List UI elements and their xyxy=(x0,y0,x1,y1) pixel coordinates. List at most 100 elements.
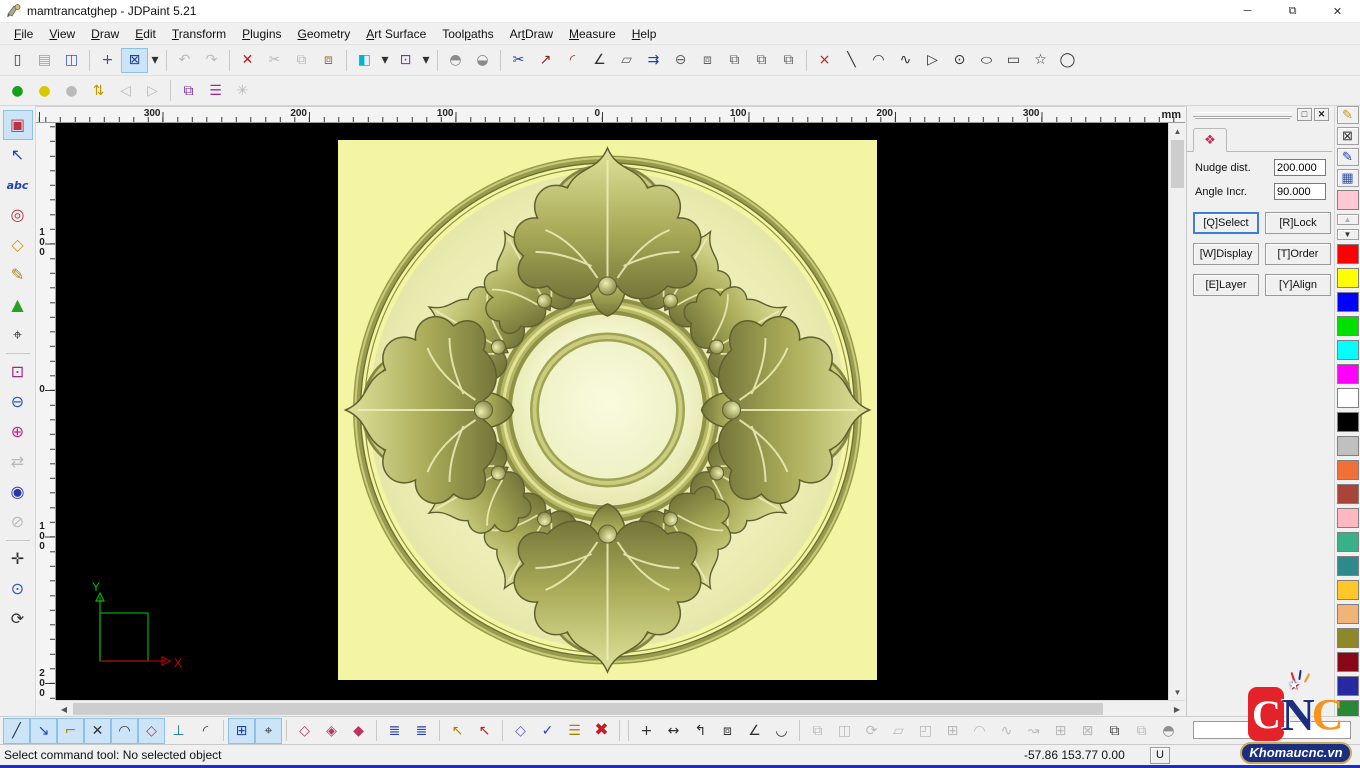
menu-file[interactable]: File xyxy=(6,24,41,44)
measure-rect-button[interactable]: ⧈ xyxy=(714,718,741,744)
snap-perpendicular-button[interactable]: ⊥ xyxy=(165,718,192,744)
align-layer-up-button[interactable]: ≣ xyxy=(408,718,435,744)
extend-curve-button[interactable]: ↗ xyxy=(532,48,559,73)
palette-swatch[interactable] xyxy=(1337,532,1359,552)
object-browser-button[interactable]: ☰ xyxy=(202,78,229,103)
select-frame-dropdown-button[interactable]: ▾ xyxy=(148,48,162,73)
view-visibility-button[interactable]: ◉ xyxy=(3,477,33,507)
align-layer-down-button[interactable]: ≣ xyxy=(381,718,408,744)
menu-transform[interactable]: Transform xyxy=(164,24,234,44)
trim-curve-button[interactable]: ✂ xyxy=(505,48,532,73)
move-node-button[interactable]: ◇ xyxy=(507,718,534,744)
select-tab[interactable]: ❖ xyxy=(1193,128,1227,152)
light-all-button[interactable]: ● xyxy=(4,78,31,103)
palette-swatch[interactable] xyxy=(1337,508,1359,528)
delete-object-button[interactable]: ✕ xyxy=(234,48,261,73)
menu-draw[interactable]: Draw xyxy=(83,24,127,44)
snap-quadrant-button[interactable]: ◇ xyxy=(138,718,165,744)
unit-toggle-button[interactable]: U xyxy=(1150,747,1170,764)
insert-point-button[interactable]: + xyxy=(633,718,660,744)
draw-spline-button[interactable]: ∿ xyxy=(892,48,919,73)
menu-edit[interactable]: Edit xyxy=(127,24,164,44)
draw-point-button[interactable]: × xyxy=(811,48,838,73)
palette-swatch[interactable] xyxy=(1337,580,1359,600)
draw-arc-button[interactable]: ◠ xyxy=(865,48,892,73)
text-tool-button[interactable]: abc xyxy=(3,170,33,200)
offset-rect-button[interactable]: ▱ xyxy=(613,48,640,73)
palette-swatch[interactable] xyxy=(1337,628,1359,648)
snap-grid-button[interactable]: ⊞ xyxy=(228,718,255,744)
fillet-corner-button[interactable]: ◜ xyxy=(559,48,586,73)
pan-view-button[interactable]: ✛ xyxy=(3,544,33,574)
menu-help[interactable]: Help xyxy=(624,24,665,44)
lock-panel-button[interactable]: [R]Lock xyxy=(1265,212,1331,234)
eyedropper-icon[interactable]: ✎ xyxy=(1337,148,1359,166)
zoom-window-button[interactable]: ⊡ xyxy=(3,357,33,387)
palette-swatch[interactable] xyxy=(1337,292,1359,312)
view-3d-dropdown-button[interactable]: ▾ xyxy=(419,48,433,73)
select-panel-button[interactable]: [Q]Select xyxy=(1193,212,1259,234)
new-file-button[interactable]: ▯ xyxy=(4,48,31,73)
palette-swatch[interactable] xyxy=(1337,556,1359,576)
zoom-out-button[interactable]: ⊖ xyxy=(3,387,33,417)
panel-close-button[interactable]: ✕ xyxy=(1314,108,1329,121)
node-edit-tool-button[interactable]: ↖ xyxy=(3,140,33,170)
measure-distance-button[interactable]: ↔ xyxy=(660,718,687,744)
select-frame-button[interactable]: ⊠ xyxy=(121,48,148,73)
menu-toolpaths[interactable]: Toolpaths xyxy=(434,24,501,44)
panel-header[interactable]: □ ✕ xyxy=(1187,106,1332,124)
panel-grip[interactable] xyxy=(1193,112,1292,117)
pick-add-node-button[interactable]: ↖ xyxy=(444,718,471,744)
show-startpoint-button[interactable]: ◆ xyxy=(345,718,372,744)
offset-curve-button[interactable]: ⇉ xyxy=(640,48,667,73)
palette-swatch[interactable] xyxy=(1337,412,1359,432)
paste-button[interactable]: ⧈ xyxy=(315,48,342,73)
nudge-distance-input[interactable] xyxy=(1274,159,1326,176)
palette-swatch[interactable] xyxy=(1337,388,1359,408)
measure-path-button[interactable]: ↰ xyxy=(687,718,714,744)
palette-swatch[interactable] xyxy=(1337,436,1359,456)
palette-swatch[interactable] xyxy=(1337,340,1359,360)
layer-manager-button[interactable]: ⧉ xyxy=(175,78,202,103)
palette-scroll-down-icon[interactable]: ▼ xyxy=(1337,229,1359,240)
zoom-ratio-button[interactable]: ⊙ xyxy=(3,574,33,604)
snap-origin-button[interactable]: ⌖ xyxy=(255,718,282,744)
scroll-up-arrow-icon[interactable]: ▲ xyxy=(1169,123,1186,139)
delete-selected-button[interactable]: ✖ xyxy=(588,718,615,744)
draw-polyline-button[interactable]: ▷ xyxy=(919,48,946,73)
chamfer-corner-button[interactable]: ∠ xyxy=(586,48,613,73)
vertical-scroll-thumb[interactable] xyxy=(1171,140,1184,188)
snap-corner-button[interactable]: ⌐ xyxy=(57,718,84,744)
copy-array-button[interactable]: ⧉ xyxy=(775,48,802,73)
relief-dome-a-button[interactable]: ◓ xyxy=(442,48,469,73)
current-color-swatch[interactable] xyxy=(1337,190,1359,210)
align-panel-button[interactable]: [Y]Align xyxy=(1265,274,1331,296)
draw-polygon-button[interactable]: ◯ xyxy=(1054,48,1081,73)
pen-color-icon[interactable]: ✎ xyxy=(1337,106,1359,124)
palette-swatch[interactable] xyxy=(1337,484,1359,504)
minimize-button[interactable]: ─ xyxy=(1225,0,1270,23)
snap-tangent-button[interactable]: ◜ xyxy=(192,718,219,744)
palette-swatch[interactable] xyxy=(1337,652,1359,672)
menu-art-surface[interactable]: Art Surface xyxy=(358,24,434,44)
check-node-button[interactable]: ✓ xyxy=(534,718,561,744)
select-tool-button[interactable]: ▣ xyxy=(3,110,33,140)
drill-tool-button[interactable]: ⌖ xyxy=(3,320,33,350)
panel-restore-button[interactable]: □ xyxy=(1297,108,1312,121)
save-file-button[interactable]: ◫ xyxy=(58,48,85,73)
relief-dome-b-button[interactable]: ◒ xyxy=(469,48,496,73)
swap-visibility-button[interactable]: ⇅ xyxy=(85,78,112,103)
draw-star-button[interactable]: ☆ xyxy=(1027,48,1054,73)
scroll-left-arrow-icon[interactable]: ◀ xyxy=(56,701,72,717)
redraw-button[interactable]: ⟳ xyxy=(3,604,33,634)
copy-translate-button[interactable]: ⧉ xyxy=(721,48,748,73)
view-3d-button[interactable]: ⊡ xyxy=(392,48,419,73)
measure-arc-button[interactable]: ◡ xyxy=(768,718,795,744)
make-slot-button[interactable]: ⊖ xyxy=(667,48,694,73)
display-panel-button[interactable]: [W]Display xyxy=(1193,243,1259,265)
zoom-in-button[interactable]: ⊕ xyxy=(3,417,33,447)
show-direction-button[interactable]: ◇ xyxy=(291,718,318,744)
menu-geometry[interactable]: Geometry xyxy=(290,24,359,44)
crosshair-button[interactable]: + xyxy=(94,48,121,73)
menu-measure[interactable]: Measure xyxy=(561,24,624,44)
